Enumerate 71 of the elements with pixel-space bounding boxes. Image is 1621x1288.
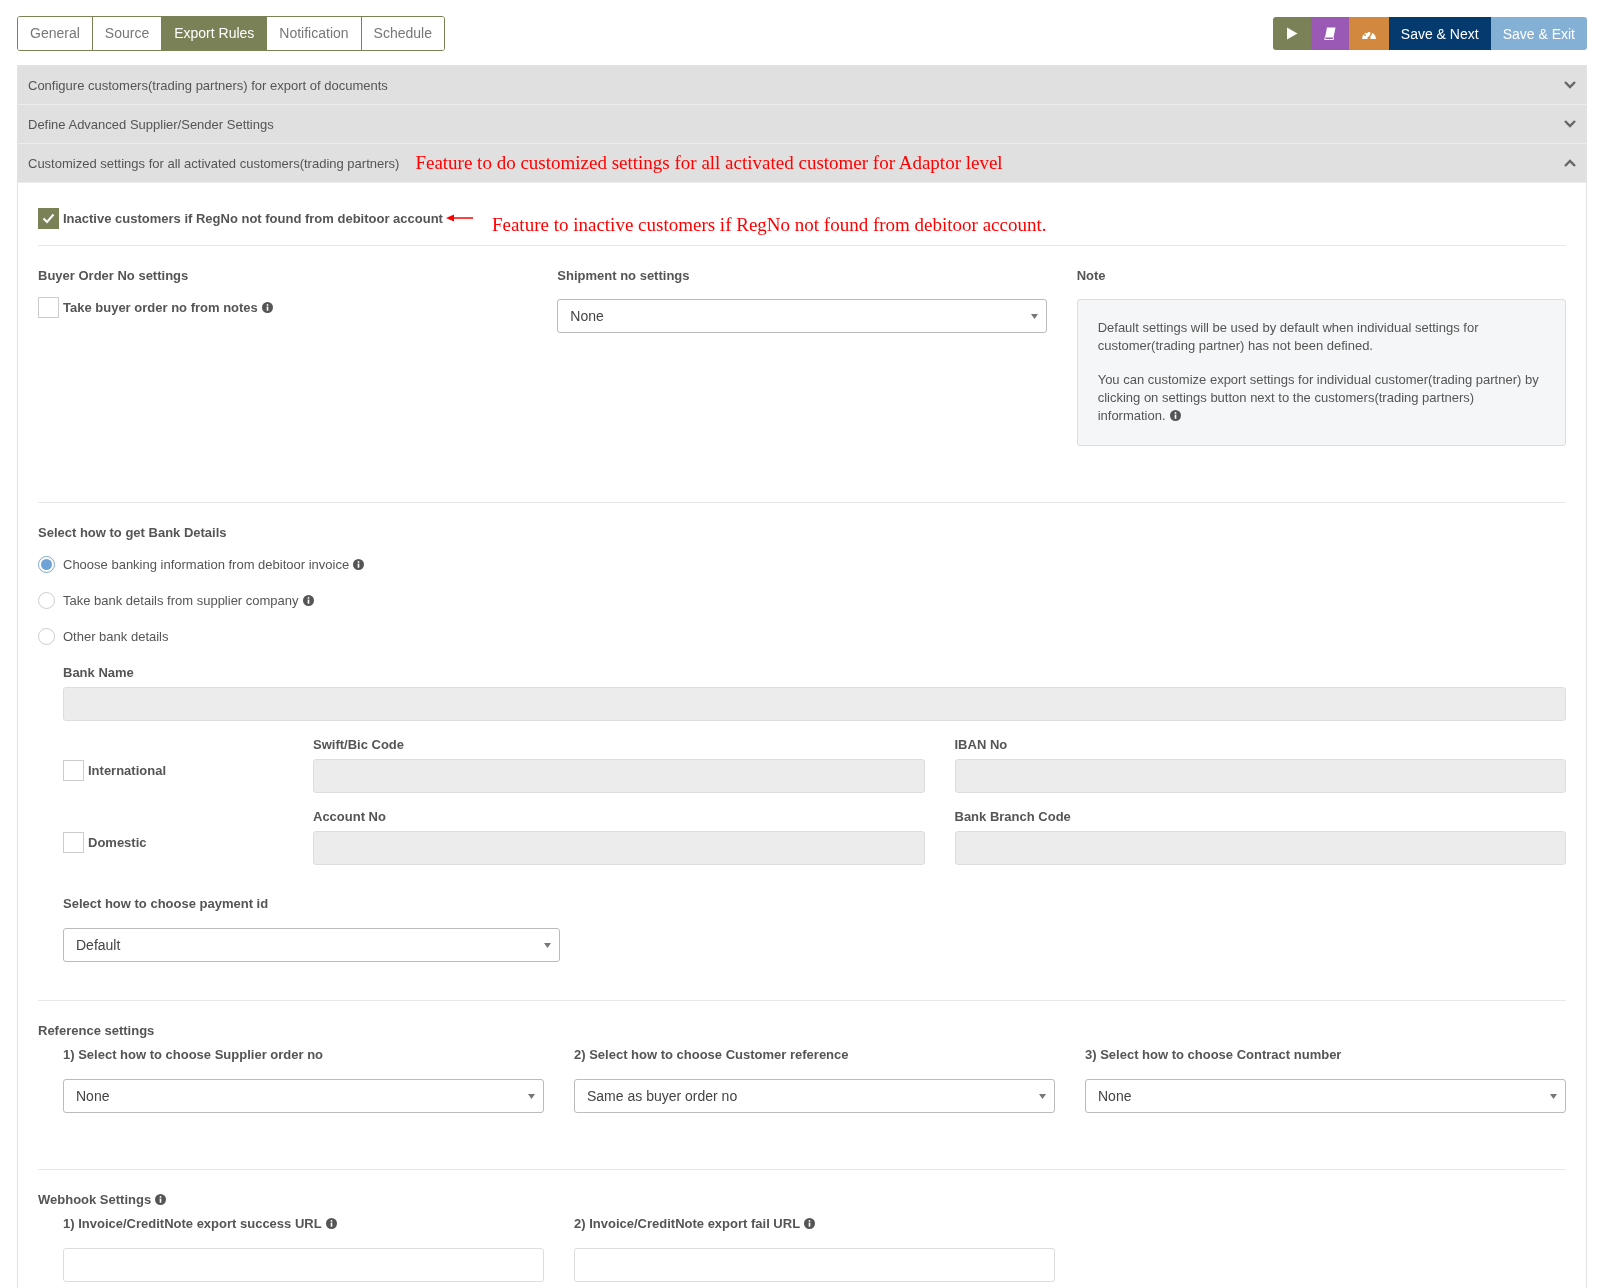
section-heading: Reference settings — [38, 1023, 156, 1038]
accordion-title: Customized settings for all activated customers(trading partners) — [28, 155, 400, 171]
caret-icon — [1039, 1093, 1046, 1099]
accordion-header[interactable]: Define Advanced Supplier/Sender Settings — [18, 105, 1586, 144]
section-heading: Note — [1076, 268, 1107, 283]
radio-label: Take bank details from supplier company — [63, 593, 314, 608]
save-next-button[interactable]: Save & Next — [1388, 17, 1491, 50]
select-field[interactable]: None — [1085, 1079, 1566, 1113]
accordion-title: Configure customers(trading partners) for export of documents — [28, 77, 388, 93]
input-field[interactable] — [63, 1248, 544, 1282]
annotation-text: Feature to do customized settings for all activated customer for Adaptor level — [415, 152, 1003, 174]
tab[interactable]: Schedule — [360, 17, 444, 50]
caret-icon — [1030, 313, 1038, 319]
select-field[interactable]: Same as buyer order no — [574, 1079, 1055, 1113]
note-text: You can customize export settings for individual customer(trading partner) by clicking on settings button next to the customers(trading partners) information. — [1097, 371, 1540, 425]
check-icon — [42, 212, 55, 224]
section-heading: Webhook Settings — [38, 1192, 1566, 1207]
note-text: Default settings will be used by default when individual settings for customer(trading partner) has not been defined. — [1097, 319, 1480, 355]
section-heading: Shipment no settings — [557, 268, 691, 283]
input-field[interactable] — [574, 1248, 1055, 1282]
checkbox-label: International — [88, 762, 166, 778]
checkbox-label: Inactive customers if RegNo not found from debitoor account — [63, 210, 443, 226]
info-icon — [261, 302, 273, 313]
accordion-header[interactable]: Configure customers(trading partners) for export of documents — [18, 66, 1586, 105]
field-label: IBAN No — [954, 737, 1009, 752]
field-label: 1) Invoice/CreditNote export success URL — [63, 1216, 544, 1231]
field-label: 2) Invoice/CreditNote export fail URL — [574, 1216, 1055, 1231]
book-icon — [1323, 27, 1336, 40]
checkbox[interactable] — [38, 207, 59, 229]
caret-icon — [1550, 1093, 1557, 1099]
tab[interactable]: Export Rules — [161, 17, 267, 50]
info-icon — [155, 1194, 167, 1205]
info-icon — [1169, 410, 1181, 421]
checkbox-label: Take buyer order no from notes — [63, 300, 273, 315]
caret-icon — [544, 942, 551, 948]
accordion-header[interactable]: Customized settings for all activated customers(trading partners) Feature to do customized settings for all activated customer for Adaptor level — [18, 144, 1586, 183]
checkbox[interactable] — [63, 759, 84, 781]
field-label: Bank Branch Code — [954, 809, 1072, 824]
caret-icon — [528, 1093, 535, 1099]
book-button[interactable] — [1310, 17, 1349, 50]
section-heading: Buyer Order No settings — [38, 268, 190, 283]
play-icon — [1285, 27, 1298, 40]
select-field[interactable]: Default — [63, 928, 560, 962]
field-label: 1) Select how to choose Supplier order no — [63, 1047, 325, 1062]
accordion-title: Define Advanced Supplier/Sender Settings — [28, 116, 274, 132]
checkbox[interactable] — [63, 831, 84, 853]
radio-button[interactable] — [38, 556, 55, 573]
chevron-up-icon[interactable] — [1564, 159, 1576, 167]
field-label: Swift/Bic Code — [313, 737, 405, 752]
checkbox-label: Domestic — [88, 834, 147, 850]
play-button[interactable] — [1272, 17, 1311, 50]
section-heading: Select how to get Bank Details — [38, 525, 228, 540]
annotation-text: Feature to inactive customers if RegNo not found from debitoor account. — [491, 214, 1047, 236]
select-field[interactable]: None — [557, 299, 1047, 333]
field-label: Select how to choose payment id — [63, 896, 270, 911]
arrow-icon — [445, 214, 474, 222]
gauge-button[interactable] — [1348, 17, 1389, 50]
radio-button[interactable] — [38, 628, 55, 645]
field-label: Bank Name — [63, 665, 135, 680]
radio-label: Other bank details — [63, 629, 169, 644]
select-field[interactable]: None — [63, 1079, 544, 1113]
field-label: 2) Select how to choose Customer reference — [574, 1047, 850, 1062]
checkbox[interactable] — [38, 297, 59, 318]
radio-label: Choose banking information from debitoor invoice — [63, 557, 365, 572]
info-icon — [804, 1218, 816, 1229]
info-icon — [325, 1218, 337, 1229]
field-label: Account No — [313, 809, 387, 824]
chevron-down-icon[interactable] — [1564, 81, 1576, 89]
field-label: 3) Select how to choose Contract number — [1085, 1047, 1343, 1062]
chevron-down-icon[interactable] — [1564, 120, 1576, 128]
radio-button[interactable] — [38, 592, 55, 609]
